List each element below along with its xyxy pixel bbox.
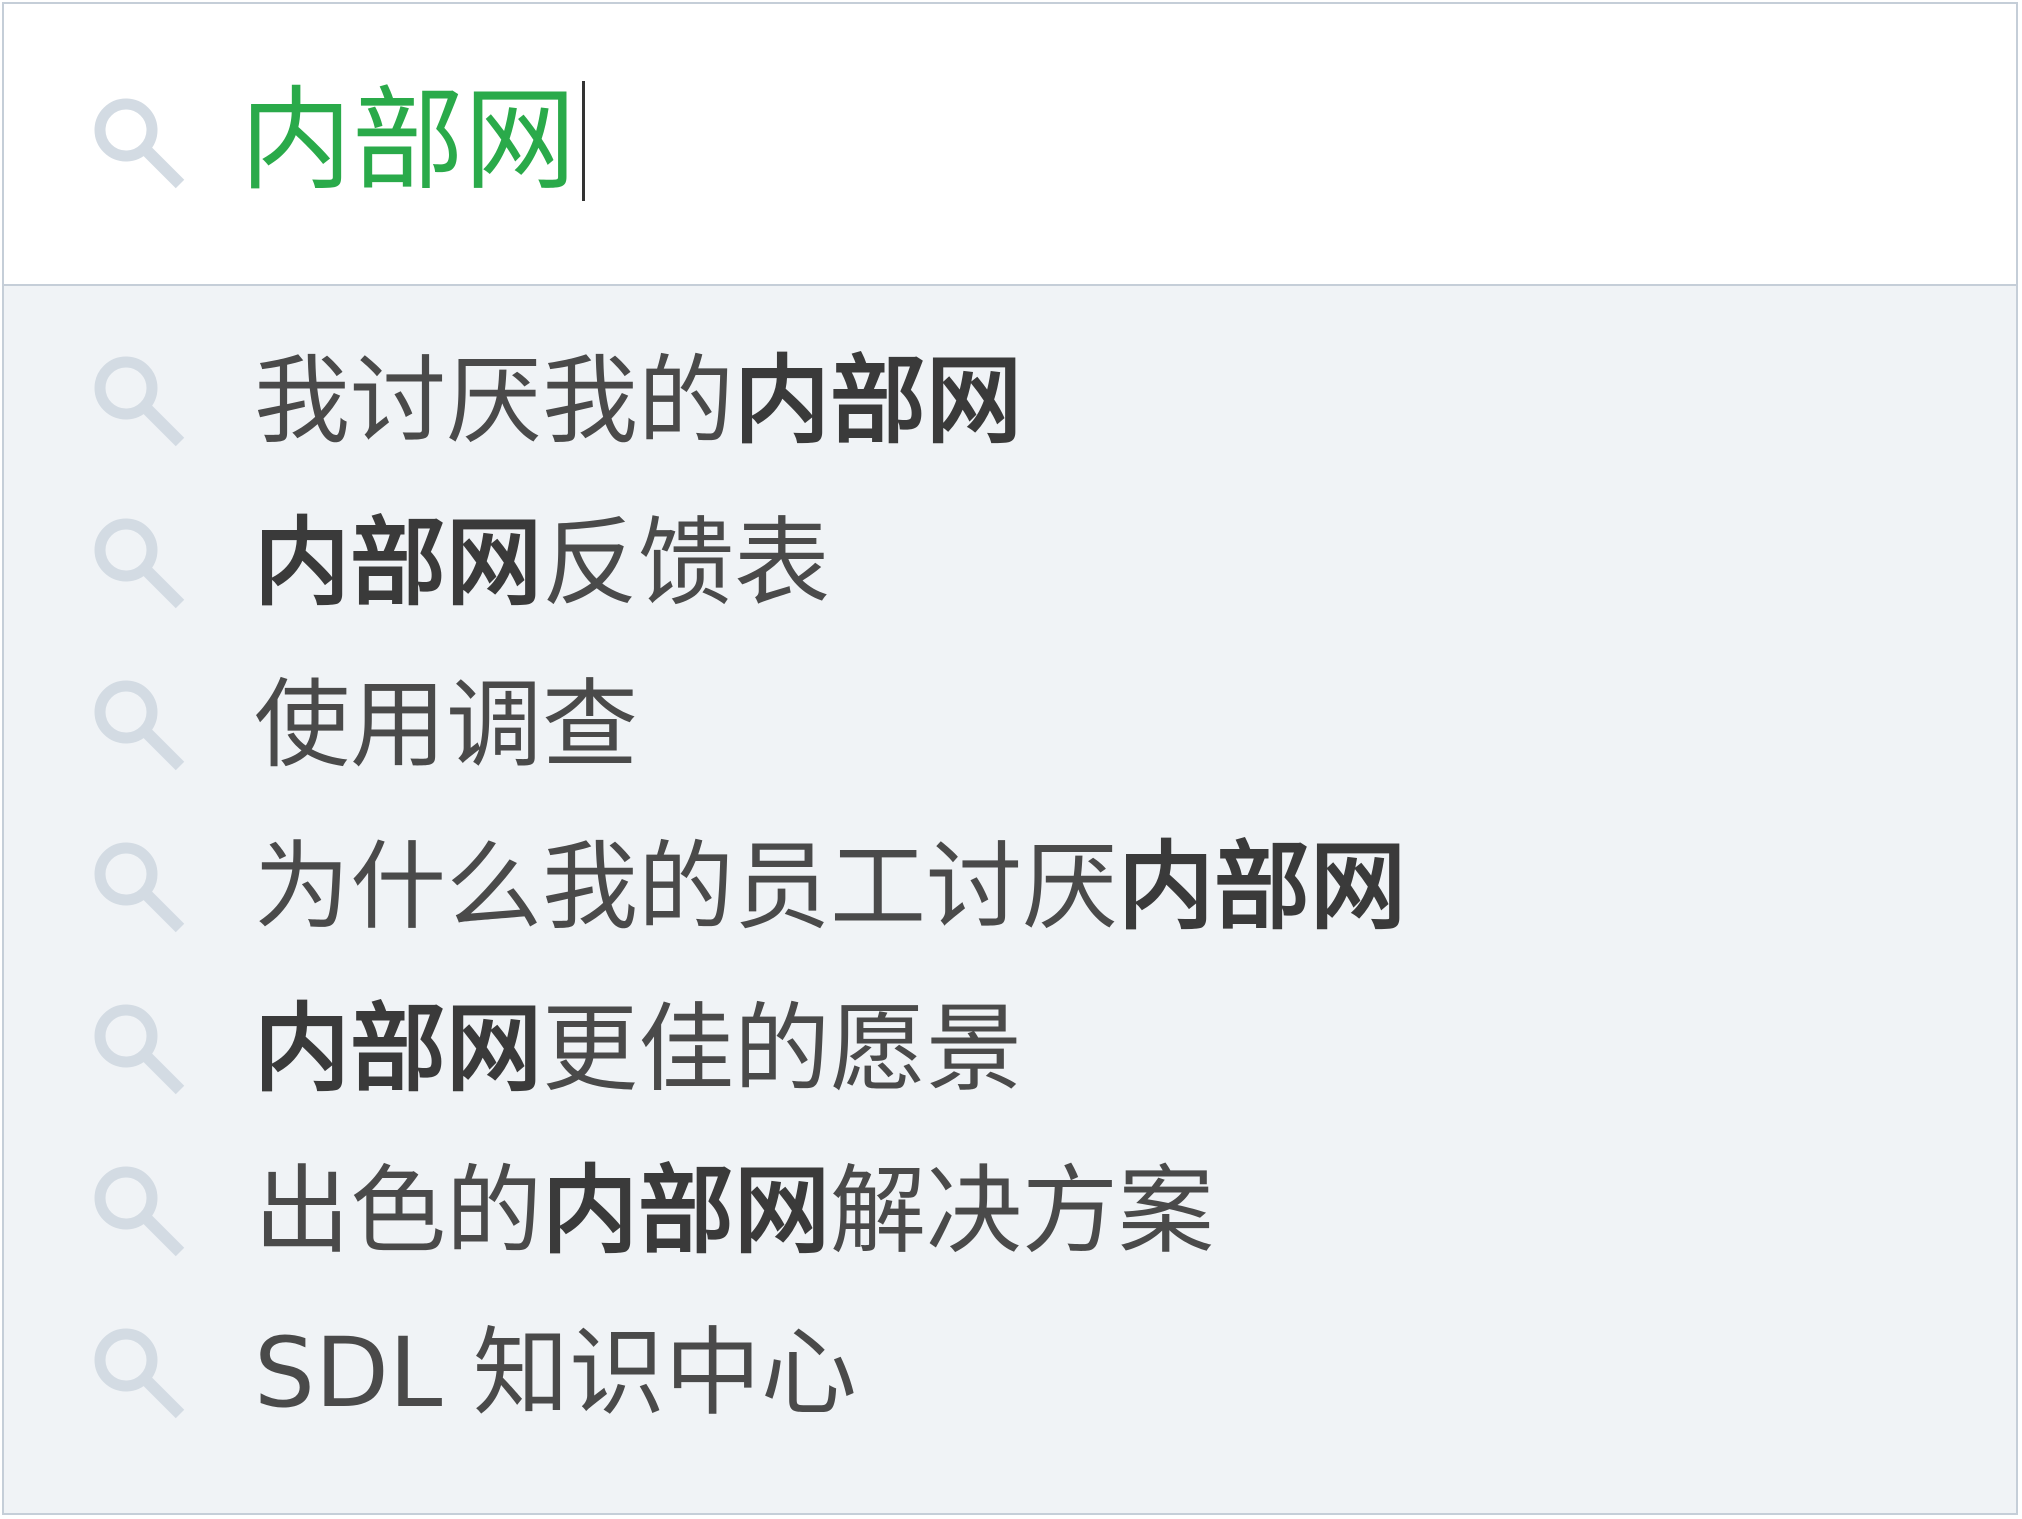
search-icon [88,674,188,774]
suggestion-text: 内部网更佳的愿景 [254,994,1022,1104]
suggestion-text: 使用调查 [254,670,638,780]
suggestion-item[interactable]: 内部网更佳的愿景 [4,934,2016,1104]
suggestion-match-text: 内部网 [734,345,1022,457]
suggestion-part-text: 出色的 [254,1155,542,1267]
suggestion-item[interactable]: 使用调查 [4,610,2016,780]
text-caret [582,81,585,201]
suggestion-item[interactable]: 为什么我的员工讨厌内部网 [4,772,2016,942]
search-icon [88,1160,188,1260]
suggestion-text: 内部网反馈表 [254,508,830,618]
search-icon [88,1322,188,1422]
search-icon [88,512,188,612]
suggestion-match-text: 内部网 [542,1155,830,1267]
search-query-text: 内部网 [240,76,576,206]
suggestion-item[interactable]: 内部网反馈表 [4,448,2016,618]
search-icon [88,998,188,1098]
suggestion-part-text: 反馈表 [542,507,830,619]
suggestion-item[interactable]: 我讨厌我的内部网 [4,286,2016,456]
suggestion-part-text: 解决方案 [830,1155,1214,1267]
search-icon [88,350,188,450]
suggestion-part-text: SDL 知识中心 [254,1317,857,1429]
suggestion-part-text: 我讨厌我的 [254,345,734,457]
suggestion-part-text: 使用调查 [254,669,638,781]
search-icon [88,92,188,192]
suggestion-item[interactable]: 出色的内部网解决方案 [4,1096,2016,1266]
suggestion-match-text: 内部网 [254,993,542,1105]
search-input[interactable]: 内部网 [240,76,585,206]
search-bar[interactable]: 内部网 [4,4,2016,286]
search-widget: 内部网 我讨厌我的内部网 内部网反馈表 使用调查 为什么我的员工讨厌内部网 内部网更佳的… [2,2,2018,1515]
suggestion-text: 出色的内部网解决方案 [254,1156,1214,1266]
suggestion-part-text: 为什么我的员工讨厌 [254,831,1118,943]
suggestion-item[interactable]: SDL 知识中心 [4,1258,2016,1428]
suggestion-text: 为什么我的员工讨厌内部网 [254,832,1406,942]
search-icon [88,836,188,936]
suggestion-text: 我讨厌我的内部网 [254,346,1022,456]
suggestion-match-text: 内部网 [254,507,542,619]
suggestion-match-text: 内部网 [1118,831,1406,943]
suggestion-part-text: 更佳的愿景 [542,993,1022,1105]
suggestion-text: SDL 知识中心 [254,1318,857,1428]
